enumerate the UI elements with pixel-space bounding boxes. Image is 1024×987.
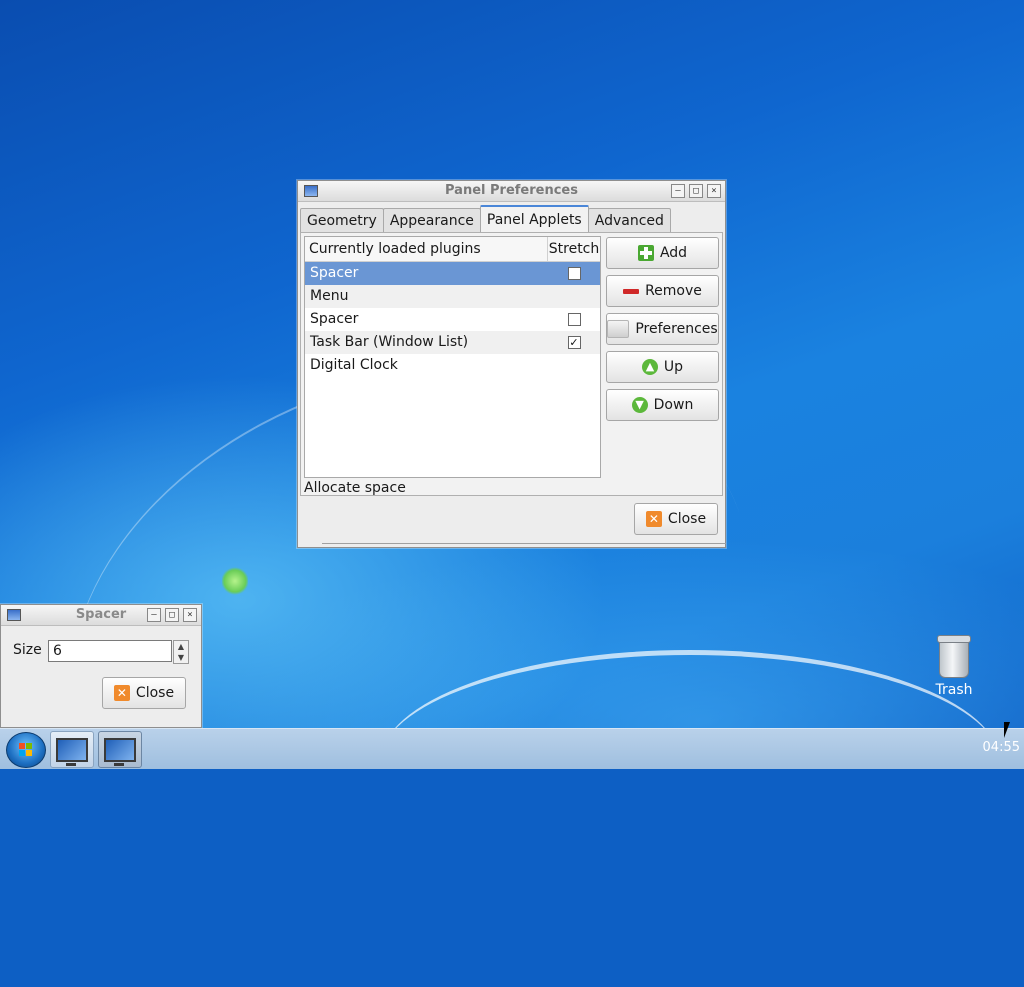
close-label: Close bbox=[135, 685, 175, 701]
plugin-name: Spacer bbox=[310, 311, 359, 327]
panel-preferences-window: Panel Preferences – □ × Geometry Appeara… bbox=[297, 180, 726, 548]
up-label: Up bbox=[663, 359, 684, 375]
stretch-checkbox[interactable] bbox=[567, 267, 581, 280]
tab-advanced[interactable]: Advanced bbox=[587, 208, 671, 233]
mouse-cursor-icon bbox=[1004, 722, 1016, 738]
remove-icon bbox=[623, 288, 640, 294]
plugin-description: Allocate space bbox=[304, 480, 406, 496]
preferences-icon bbox=[607, 320, 630, 338]
size-label: Size bbox=[13, 642, 42, 658]
plugin-name: Spacer bbox=[310, 265, 359, 281]
taskbar-clock[interactable]: 04:55 bbox=[983, 740, 1020, 755]
list-row[interactable]: Spacer bbox=[305, 308, 600, 331]
maximize-button[interactable]: □ bbox=[689, 184, 703, 198]
stretch-checkbox[interactable] bbox=[567, 313, 581, 326]
remove-label: Remove bbox=[645, 283, 702, 299]
taskbar-window-button-active[interactable] bbox=[98, 731, 142, 768]
close-label: Close bbox=[667, 511, 707, 527]
size-spinner[interactable]: ▲ ▼ bbox=[173, 640, 189, 664]
plugin-name: Digital Clock bbox=[310, 357, 398, 373]
wallpaper-glow bbox=[222, 566, 248, 596]
maximize-button[interactable]: □ bbox=[165, 608, 179, 622]
trash-icon bbox=[937, 635, 971, 678]
close-icon: ✕ bbox=[645, 511, 662, 527]
monitor-icon bbox=[104, 737, 136, 766]
plugin-name: Menu bbox=[310, 288, 349, 304]
list-row[interactable]: Spacer bbox=[305, 262, 600, 285]
down-label: Down bbox=[653, 397, 694, 413]
size-input[interactable]: 6 bbox=[48, 640, 172, 662]
spacer-close-button[interactable]: ✕ Close bbox=[102, 677, 186, 709]
windows-logo-icon bbox=[19, 743, 33, 757]
close-window-button[interactable]: × bbox=[183, 608, 197, 622]
tab-geometry[interactable]: Geometry bbox=[300, 208, 384, 233]
column-header-stretch[interactable]: Stretch bbox=[548, 237, 600, 261]
close-icon: ✕ bbox=[113, 685, 130, 701]
list-row[interactable]: Task Bar (Window List) ✓ bbox=[305, 331, 600, 354]
tab-panel-applets[interactable]: Panel Applets bbox=[479, 205, 589, 235]
close-button[interactable]: ✕ Close bbox=[634, 503, 718, 535]
tab-appearance[interactable]: Appearance bbox=[382, 208, 481, 233]
window-bottom-edge bbox=[322, 543, 726, 548]
close-window-button[interactable]: × bbox=[707, 184, 721, 198]
add-icon bbox=[637, 245, 654, 261]
taskbar-window-button[interactable] bbox=[50, 731, 94, 768]
plugin-list[interactable]: Currently loaded plugins Stretch Spacer … bbox=[304, 236, 601, 478]
start-menu-button[interactable] bbox=[6, 732, 46, 768]
up-button[interactable]: ▲ Up bbox=[606, 351, 719, 383]
window-title: Panel Preferences bbox=[445, 183, 578, 198]
add-label: Add bbox=[659, 245, 688, 261]
list-header: Currently loaded plugins Stretch bbox=[305, 237, 600, 262]
preferences-label: Preferences bbox=[635, 321, 718, 337]
down-arrow-icon: ▼ bbox=[631, 397, 648, 413]
up-arrow-icon: ▲ bbox=[641, 359, 658, 375]
trash-label: Trash bbox=[935, 682, 973, 698]
minimize-button[interactable]: – bbox=[671, 184, 685, 198]
remove-button[interactable]: Remove bbox=[606, 275, 719, 307]
minimize-button[interactable]: – bbox=[147, 608, 161, 622]
trash-desktop-icon[interactable]: Trash bbox=[928, 635, 980, 698]
column-header-plugins[interactable]: Currently loaded plugins bbox=[305, 237, 548, 261]
plugin-action-buttons: Add Remove Preferences ▲ Up ▼ Down bbox=[606, 237, 719, 427]
monitor-icon bbox=[56, 737, 88, 766]
spin-down-icon[interactable]: ▼ bbox=[174, 652, 188, 663]
list-row[interactable]: Digital Clock bbox=[305, 354, 600, 377]
panel-preferences-titlebar[interactable]: Panel Preferences – □ × bbox=[298, 181, 725, 202]
down-button[interactable]: ▼ Down bbox=[606, 389, 719, 421]
panel-applets-tab-content: Currently loaded plugins Stretch Spacer … bbox=[300, 232, 723, 496]
spacer-titlebar[interactable]: Spacer – □ × bbox=[1, 605, 201, 626]
add-button[interactable]: Add bbox=[606, 237, 719, 269]
spacer-dialog: Spacer – □ × Size 6 ▲ ▼ ✕ Close bbox=[0, 604, 202, 728]
stretch-checkbox-checked[interactable]: ✓ bbox=[567, 336, 581, 349]
tab-bar: Geometry Appearance Panel Applets Advanc… bbox=[300, 205, 671, 235]
plugin-name: Task Bar (Window List) bbox=[310, 334, 469, 350]
spin-up-icon[interactable]: ▲ bbox=[174, 641, 188, 652]
preferences-button[interactable]: Preferences bbox=[606, 313, 719, 345]
taskbar: 04:55 bbox=[0, 728, 1024, 769]
list-row[interactable]: Menu bbox=[305, 285, 600, 308]
